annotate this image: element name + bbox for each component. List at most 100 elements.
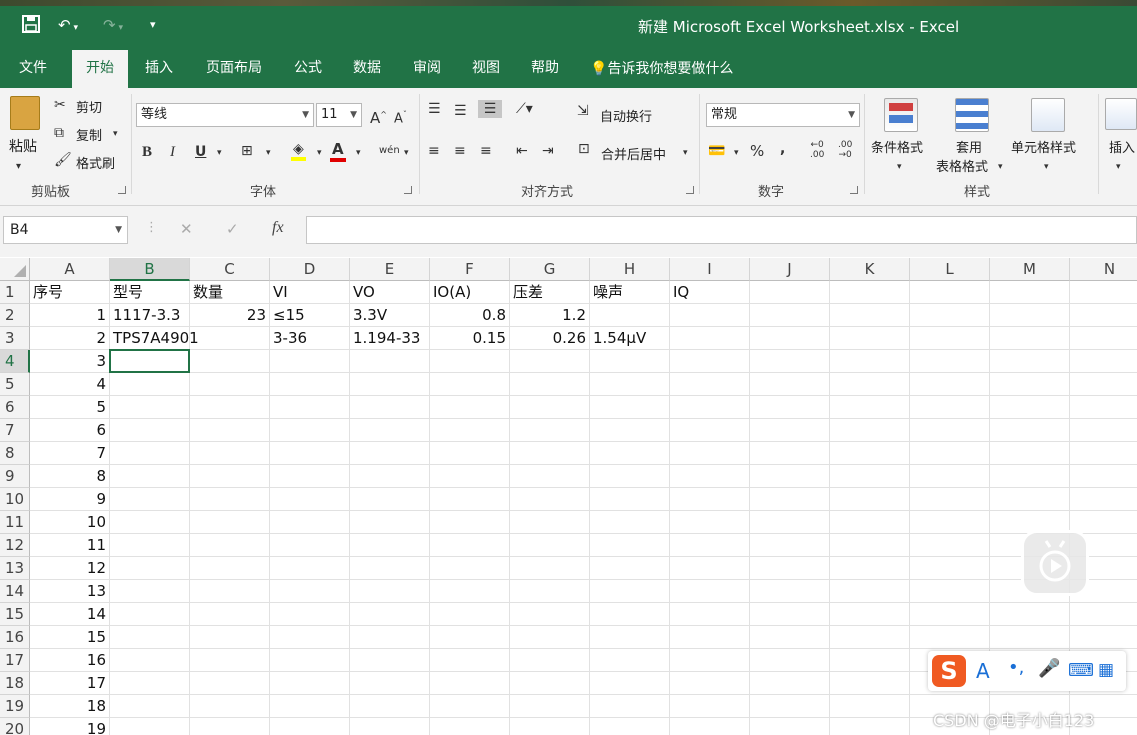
cell-i15[interactable]: [670, 603, 750, 626]
cell-m10[interactable]: [990, 488, 1070, 511]
cell-n16[interactable]: [1070, 626, 1137, 649]
column-header-n[interactable]: N: [1070, 258, 1137, 281]
cell-g3[interactable]: 0.26: [510, 327, 590, 350]
cell-g18[interactable]: [510, 672, 590, 695]
cell-e8[interactable]: [350, 442, 430, 465]
cell-k7[interactable]: [830, 419, 910, 442]
cell-c12[interactable]: [190, 534, 270, 557]
row-header-10[interactable]: 10: [0, 488, 30, 511]
cell-b16[interactable]: [110, 626, 190, 649]
cell-j16[interactable]: [750, 626, 830, 649]
cell-l3[interactable]: [910, 327, 990, 350]
cell-d14[interactable]: [270, 580, 350, 603]
cell-h5[interactable]: [590, 373, 670, 396]
cell-i11[interactable]: [670, 511, 750, 534]
column-header-l[interactable]: L: [910, 258, 990, 281]
cell-b9[interactable]: [110, 465, 190, 488]
cell-j17[interactable]: [750, 649, 830, 672]
cell-styles-dropdown-icon[interactable]: ▾: [1044, 158, 1049, 176]
cell-k4[interactable]: [830, 350, 910, 373]
cell-f14[interactable]: [430, 580, 510, 603]
border-dropdown-icon[interactable]: ▾: [266, 144, 271, 162]
cell-k16[interactable]: [830, 626, 910, 649]
cell-d15[interactable]: [270, 603, 350, 626]
cell-m15[interactable]: [990, 603, 1070, 626]
dialog-launcher-icon[interactable]: [404, 186, 412, 194]
tab-insert[interactable]: 插入: [132, 50, 186, 88]
cell-n4[interactable]: [1070, 350, 1137, 373]
cell-h12[interactable]: [590, 534, 670, 557]
copy-button[interactable]: 复制: [76, 125, 102, 144]
conditional-format-button[interactable]: 条件格式: [871, 137, 923, 156]
cell-k14[interactable]: [830, 580, 910, 603]
tab-review[interactable]: 审阅: [400, 50, 454, 88]
cell-g16[interactable]: [510, 626, 590, 649]
cell-g6[interactable]: [510, 396, 590, 419]
formula-input[interactable]: [306, 216, 1137, 244]
cell-k10[interactable]: [830, 488, 910, 511]
font-color-dropdown-icon[interactable]: ▾: [356, 144, 361, 162]
orientation-icon[interactable]: ⟋▾: [516, 100, 533, 118]
cell-d4[interactable]: [270, 350, 350, 373]
cell-m1[interactable]: [990, 281, 1070, 304]
cell-a4[interactable]: 3: [30, 350, 110, 373]
increase-decimal-icon[interactable]: ←0.00: [810, 140, 824, 160]
cell-c6[interactable]: [190, 396, 270, 419]
cell-n8[interactable]: [1070, 442, 1137, 465]
bold-button[interactable]: B: [142, 143, 152, 161]
cell-b4[interactable]: [110, 350, 190, 373]
row-header-19[interactable]: 19: [0, 695, 30, 718]
row-header-14[interactable]: 14: [0, 580, 30, 603]
cell-c4[interactable]: [190, 350, 270, 373]
tab-home[interactable]: 开始: [72, 50, 128, 88]
column-header-g[interactable]: G: [510, 258, 590, 281]
cell-g14[interactable]: [510, 580, 590, 603]
cell-d2[interactable]: ≤15: [270, 304, 350, 327]
cell-e9[interactable]: [350, 465, 430, 488]
cell-g11[interactable]: [510, 511, 590, 534]
row-header-8[interactable]: 8: [0, 442, 30, 465]
column-header-a[interactable]: A: [30, 258, 110, 281]
cell-b15[interactable]: [110, 603, 190, 626]
cell-c8[interactable]: [190, 442, 270, 465]
comma-button[interactable]: ,: [780, 140, 785, 158]
cell-j9[interactable]: [750, 465, 830, 488]
cell-h2[interactable]: [590, 304, 670, 327]
cell-j1[interactable]: [750, 281, 830, 304]
table-format-line1[interactable]: 套用: [956, 137, 982, 156]
cell-n1[interactable]: [1070, 281, 1137, 304]
column-header-k[interactable]: K: [830, 258, 910, 281]
customize-icon[interactable]: ▾: [150, 15, 156, 35]
cell-f12[interactable]: [430, 534, 510, 557]
cell-l11[interactable]: [910, 511, 990, 534]
column-header-c[interactable]: C: [190, 258, 270, 281]
cell-f4[interactable]: [430, 350, 510, 373]
cell-e11[interactable]: [350, 511, 430, 534]
cell-f6[interactable]: [430, 396, 510, 419]
cell-j2[interactable]: [750, 304, 830, 327]
cell-h8[interactable]: [590, 442, 670, 465]
percent-button[interactable]: %: [750, 142, 764, 160]
cell-b7[interactable]: [110, 419, 190, 442]
cell-m7[interactable]: [990, 419, 1070, 442]
cell-n11[interactable]: [1070, 511, 1137, 534]
dialog-launcher-icon[interactable]: [850, 186, 858, 194]
row-header-18[interactable]: 18: [0, 672, 30, 695]
fill-dropdown-icon[interactable]: ▾: [317, 144, 322, 162]
cell-k8[interactable]: [830, 442, 910, 465]
cell-n6[interactable]: [1070, 396, 1137, 419]
cell-j6[interactable]: [750, 396, 830, 419]
cell-e4[interactable]: [350, 350, 430, 373]
cell-g1[interactable]: 压差: [510, 281, 590, 304]
cell-l10[interactable]: [910, 488, 990, 511]
cell-a10[interactable]: 9: [30, 488, 110, 511]
cell-g15[interactable]: [510, 603, 590, 626]
italic-button[interactable]: I: [170, 143, 175, 161]
cell-d7[interactable]: [270, 419, 350, 442]
cell-j3[interactable]: [750, 327, 830, 350]
cell-k6[interactable]: [830, 396, 910, 419]
cell-a17[interactable]: 16: [30, 649, 110, 672]
cell-i14[interactable]: [670, 580, 750, 603]
align-center-icon[interactable]: ≡: [454, 142, 466, 160]
cell-c17[interactable]: [190, 649, 270, 672]
